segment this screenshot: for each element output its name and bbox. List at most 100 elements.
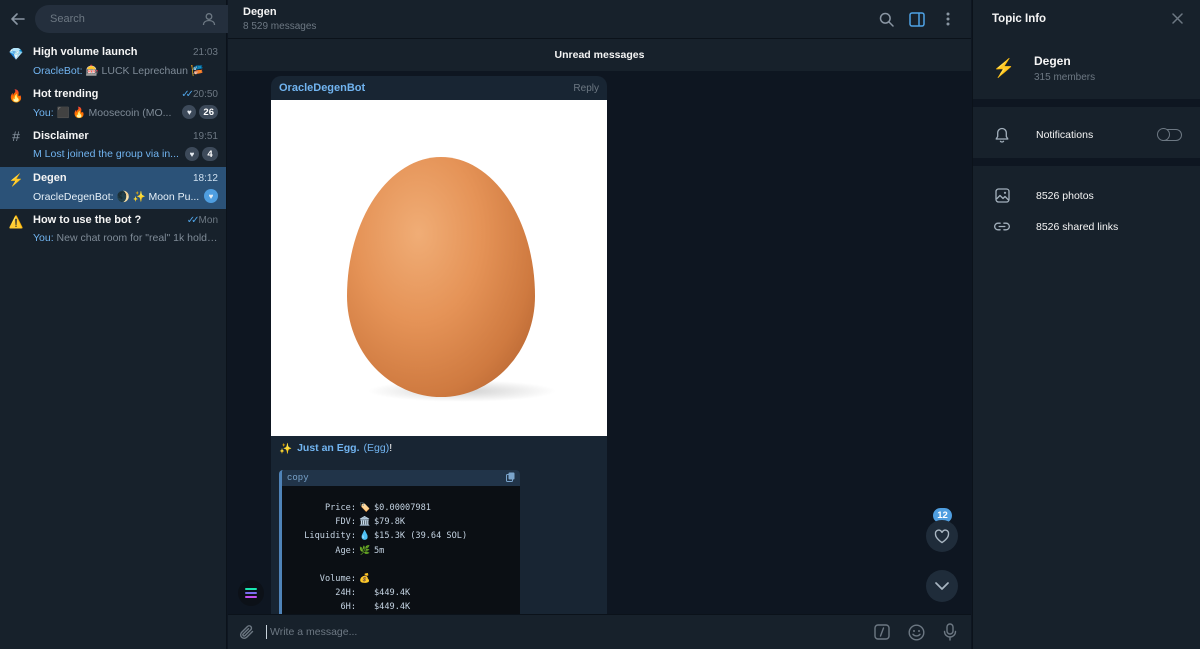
back-arrow-icon[interactable] xyxy=(10,6,26,32)
chat-list: 💎 High volume launch 21:03 OracleBot: 🎰 … xyxy=(0,41,226,251)
chat-preview: M Lost joined the group via in... xyxy=(33,148,179,160)
chat-title: How to use the bot ? xyxy=(33,214,142,226)
solana-logo-icon xyxy=(245,588,257,598)
chat-title: Degen xyxy=(33,172,67,184)
chat-time: 20:50 xyxy=(192,88,218,100)
copy-icon[interactable] xyxy=(506,472,515,485)
search-box xyxy=(35,4,252,33)
caption-end: ! xyxy=(389,442,393,454)
unread-count-badge: 26 xyxy=(199,105,218,119)
chat-topic-icon: ⚡ xyxy=(8,173,24,187)
attach-icon[interactable] xyxy=(236,621,258,643)
chat-item[interactable]: # Disclaimer 19:51 M Lost joined the gro… xyxy=(0,125,226,167)
topic-info-panel: Topic Info ⚡ Degen 315 members Notificat… xyxy=(972,0,1200,649)
topic-info-header: Topic Info xyxy=(973,0,1200,37)
chat-title: Hot trending xyxy=(33,88,99,100)
message-bubble[interactable]: OracleDegenBot Reply ✨ Just an Egg. (Egg… xyxy=(271,76,607,616)
token-name-link[interactable]: Just an Egg. xyxy=(297,442,359,454)
token-ticker-link[interactable]: (Egg) xyxy=(364,442,390,454)
microphone-icon[interactable] xyxy=(939,621,961,643)
chat-header-title: Degen xyxy=(243,6,277,18)
shared-links-label: 8526 shared links xyxy=(1036,220,1119,233)
bot-commands-icon[interactable] xyxy=(871,621,893,643)
chat-item-active[interactable]: ⚡ Degen 18:12 OracleDegenBot: 🌒 ✨ Moon P… xyxy=(0,167,226,209)
chat-preview: You: ⬛ 🔥 Moosecoin (MO... xyxy=(33,106,172,119)
chat-preview: You: New chat room for "real" 1k holde..… xyxy=(33,232,218,244)
warning-icon: ⚠️ xyxy=(8,215,24,229)
chat-header-subtitle: 8 529 messages xyxy=(243,21,317,32)
chat-preview: OracleBot: 🎰 LUCK Leprechaun 🎏 xyxy=(33,64,204,77)
chat-item[interactable]: 🔥 Hot trending ✓✓ 20:50 You: ⬛ 🔥 Mooseco… xyxy=(0,83,226,125)
chat-topic-icon: 🔥 xyxy=(8,89,24,103)
code-lines: Price: 🏷️ $0.00007981 FDV: 🏛️ $79.8K Liquidi… xyxy=(282,486,520,615)
notifications-toggle[interactable] xyxy=(1157,127,1182,141)
chat-title: High volume launch xyxy=(33,46,138,58)
reaction-heart-icon: ♥ xyxy=(185,147,199,161)
code-line: Volume: 💰 xyxy=(319,574,371,585)
divider xyxy=(973,158,1200,166)
message-input[interactable] xyxy=(266,625,859,639)
photos-row[interactable]: 8526 photos xyxy=(973,180,1200,211)
topic-info-title: Topic Info xyxy=(992,12,1047,25)
chat-time: 19:51 xyxy=(192,130,218,142)
notifications-row[interactable]: Notifications xyxy=(973,119,1200,150)
contacts-icon[interactable] xyxy=(200,10,218,28)
search-input[interactable] xyxy=(48,11,194,26)
chat-sidebar: 💎 High volume launch 21:03 OracleBot: 🎰 … xyxy=(0,0,252,649)
chat-header: Degen 8 529 messages xyxy=(228,0,971,39)
code-line: Age: 🌿 5m xyxy=(335,545,385,556)
chat-main: Degen 8 529 messages Unread messages Ora… xyxy=(228,0,971,649)
photo-icon xyxy=(994,188,1010,204)
emoji-icon[interactable] xyxy=(905,621,927,643)
hashtag-icon: # xyxy=(12,128,20,144)
divider xyxy=(973,99,1200,107)
unread-count-badge: 4 xyxy=(202,147,218,161)
code-line: Liquidity: 💧 $15.3K (39.64 SOL) xyxy=(304,531,468,542)
chat-item[interactable]: ⚠️ How to use the bot ? ✓✓ Mon You: New … xyxy=(0,209,226,251)
bot-avatar[interactable] xyxy=(238,580,264,606)
notifications-label: Notifications xyxy=(1036,128,1094,141)
message-sender[interactable]: OracleDegenBot xyxy=(279,82,573,94)
sidebar-header xyxy=(0,0,252,37)
reaction-heart-icon: ♥ xyxy=(204,189,218,203)
topic-members: 315 members xyxy=(1034,71,1096,83)
code-line: FDV: 🏛️ $79.8K xyxy=(335,517,406,528)
topic-lightning-icon: ⚡ xyxy=(992,57,1016,78)
heart-icon xyxy=(934,528,950,543)
message-composer xyxy=(228,614,971,649)
chat-header-info[interactable]: Degen 8 529 messages xyxy=(243,6,866,32)
code-line: 6H: $449.4K xyxy=(340,602,411,613)
more-menu-icon[interactable] xyxy=(937,8,959,30)
close-icon[interactable] xyxy=(1168,10,1186,28)
topic-summary: ⚡ Degen 315 members xyxy=(973,37,1200,99)
reactions-button[interactable] xyxy=(926,520,958,552)
code-block[interactable]: copy Price: 🏷️ $0.00007981 FDV: 🏛️ $79.8K Li… xyxy=(279,470,520,616)
read-checkmarks-icon: ✓✓ xyxy=(181,88,194,100)
topic-name: Degen xyxy=(1034,53,1071,68)
shared-links-row[interactable]: 8526 shared links xyxy=(973,211,1200,242)
read-checkmarks-icon: ✓✓ xyxy=(186,214,200,226)
code-line: 24H: $449.4K xyxy=(335,588,411,599)
scroll-down-button[interactable] xyxy=(926,570,958,602)
photos-label: 8526 photos xyxy=(1036,189,1094,202)
chat-time: 21:03 xyxy=(192,46,218,58)
sparkles-icon: ✨ xyxy=(279,442,293,455)
chevron-down-icon xyxy=(935,581,949,590)
code-header: copy xyxy=(282,470,520,486)
unread-messages-divider: Unread messages xyxy=(228,39,971,71)
chat-topic-icon: 💎 xyxy=(8,47,24,61)
chat-item[interactable]: 💎 High volume launch 21:03 OracleBot: 🎰 … xyxy=(0,41,226,83)
sidebar-toggle-icon[interactable] xyxy=(906,8,928,30)
chat-preview: OracleDegenBot: 🌒 ✨ Moon Pu... xyxy=(33,190,200,203)
code-line: Price: 🏷️ $0.00007981 xyxy=(324,503,431,514)
search-icon[interactable] xyxy=(875,8,897,30)
chat-title: Disclaimer xyxy=(33,130,89,142)
chat-time: Mon xyxy=(198,214,218,226)
reaction-heart-icon: ♥ xyxy=(182,105,197,119)
code-language-label: copy xyxy=(287,473,309,483)
chat-time: 18:12 xyxy=(192,172,218,184)
message-photo[interactable] xyxy=(271,100,607,436)
egg-image xyxy=(347,157,535,397)
reply-button[interactable]: Reply xyxy=(573,83,599,94)
